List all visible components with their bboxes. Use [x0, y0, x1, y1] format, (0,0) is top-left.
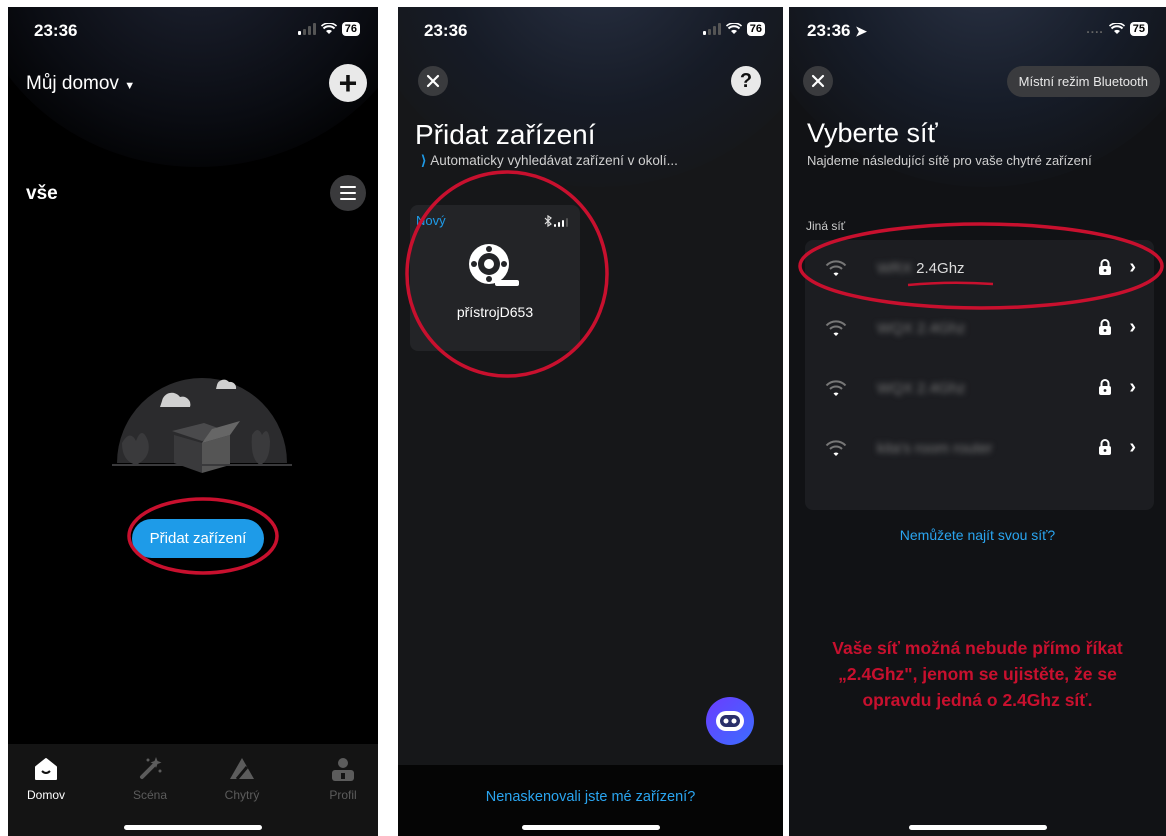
network-name-prefix: WRX — [877, 260, 912, 277]
smart-icon — [230, 758, 254, 780]
wifi-icon — [825, 440, 847, 456]
select-network-screen: 23:36 ➤ .... 75 Místní režim Bluetooth V… — [789, 7, 1166, 836]
tab-label: Chytrý — [224, 788, 260, 802]
new-badge: Nový — [416, 213, 446, 228]
tab-scena[interactable]: Scéna — [115, 754, 185, 802]
lock-icon — [1099, 319, 1111, 335]
home-indicator — [908, 825, 1047, 830]
device-name: přístrojD653 — [456, 304, 534, 320]
tab-profil[interactable]: Profil — [308, 754, 378, 802]
tab-chytry[interactable]: Chytrý — [207, 754, 277, 802]
annotation-line: Vaše síť možná nebude přímo říkat — [832, 638, 1123, 658]
network-row[interactable]: WRX 2.4Ghz › — [805, 240, 1154, 300]
network-name: WQX 2.4Ghz — [877, 320, 966, 337]
scan-status-text: Automaticky vyhledávat zařízení v okolí.… — [430, 153, 678, 168]
room-filter-all[interactable]: vše — [26, 183, 58, 205]
cellular-signal-icon: .... — [1086, 22, 1104, 36]
wifi-icon — [1108, 23, 1125, 34]
cant-find-network-link[interactable]: Nemůžete najít svou síť? — [789, 527, 1166, 543]
bluetooth-mode-button[interactable]: Místní režim Bluetooth — [1006, 66, 1160, 97]
battery-icon: 75 — [1129, 22, 1148, 36]
network-row[interactable]: WQX 2.4Ghz › — [805, 360, 1154, 420]
help-icon[interactable]: ? — [731, 66, 761, 96]
page-title: Přidat zařízení — [415, 119, 596, 150]
page-subtitle: Najdeme následující sítě pro vaše chytré… — [807, 153, 1092, 168]
network-name: kita's room router — [877, 440, 993, 457]
status-time: 23:36 — [424, 21, 468, 40]
assistant-bot-icon[interactable] — [706, 697, 754, 745]
chevron-right-icon: › — [1129, 376, 1136, 398]
chevron-right-icon: › — [1129, 436, 1136, 458]
add-icon[interactable]: + — [329, 64, 367, 102]
cellular-signal-icon — [297, 23, 316, 35]
wifi-icon — [825, 380, 847, 396]
status-bar: 23:36 ➤ .... 75 — [789, 21, 1166, 43]
tab-bar: Domov Scéna Chytrý Profil — [8, 744, 378, 836]
add-device-button[interactable]: Přidat zařízení — [132, 519, 264, 558]
empty-state-illustration — [112, 378, 292, 473]
scan-status: ⟩ Automaticky vyhledávat zařízení v okolí… — [421, 153, 678, 169]
close-icon[interactable] — [418, 66, 448, 96]
tab-label: Domov — [26, 788, 65, 802]
home-icon — [35, 758, 57, 780]
menu-icon[interactable] — [330, 175, 366, 211]
lock-icon — [1099, 379, 1111, 395]
cellular-signal-icon — [702, 23, 721, 35]
bluetooth-signal-icon — [544, 215, 568, 227]
chevron-right-icon: › — [1129, 316, 1136, 338]
annotation-line: „2.4Ghz", jenom se ujistěte, že se — [838, 664, 1117, 684]
tab-domov[interactable]: Domov — [11, 754, 81, 802]
tab-label: Scéna — [132, 788, 168, 802]
home-indicator — [124, 825, 262, 830]
annotation-note: Vaše síť možná nebude přímo říkat „2.4Gh… — [797, 635, 1158, 713]
network-row[interactable]: kita's room router › — [805, 420, 1154, 480]
wifi-icon — [725, 23, 742, 34]
device-card[interactable]: Nový přístrojD653 — [410, 205, 580, 351]
home-indicator — [521, 825, 660, 830]
profile-icon — [332, 758, 354, 781]
status-time: 23:36 ➤ — [807, 21, 867, 40]
device-icon — [469, 244, 519, 286]
lock-icon — [1099, 259, 1111, 275]
status-time: 23:36 — [34, 21, 78, 40]
wifi-icon — [320, 23, 337, 34]
chevron-right-icon: › — [1129, 256, 1136, 278]
battery-icon: 76 — [341, 22, 360, 36]
wifi-icon — [825, 260, 847, 276]
network-name: WQX 2.4Ghz — [877, 380, 966, 397]
not-scanned-link[interactable]: Nenaskenovali jste mé zařízení? — [398, 789, 783, 805]
location-arrow-icon: ➤ — [855, 23, 867, 39]
network-name: 2.4Ghz — [916, 260, 965, 277]
network-list: WRX 2.4Ghz › WQX 2.4Ghz › WQX 2.4Ghz › k… — [805, 240, 1154, 510]
chevron-down-icon: ▼ — [124, 80, 136, 92]
add-device-screen: 23:36 76 ? Přidat zařízení ⟩ Automaticky … — [398, 7, 783, 836]
annotation-line: opravdu jedná o 2.4Ghz síť. — [862, 690, 1093, 710]
close-icon[interactable] — [803, 66, 833, 96]
battery-icon: 76 — [746, 22, 765, 36]
section-label: Jiná síť — [806, 219, 846, 233]
home-selector[interactable]: Můj domov ▼ — [26, 73, 135, 95]
magic-wand-icon — [140, 757, 162, 779]
spinner-icon: ⟩ — [421, 153, 427, 168]
status-bar: 23:36 76 — [398, 21, 783, 43]
home-screen: 23:36 76 Můj domov ▼ + vše Přidat zaříze… — [8, 7, 378, 836]
network-row[interactable]: WQX 2.4Ghz › — [805, 300, 1154, 360]
page-title: Vyberte síť — [807, 118, 938, 148]
lock-icon — [1099, 439, 1111, 455]
status-bar: 23:36 76 — [8, 21, 378, 43]
wifi-icon — [825, 320, 847, 336]
tab-label: Profil — [329, 788, 357, 802]
home-title: Můj domov — [26, 73, 119, 94]
